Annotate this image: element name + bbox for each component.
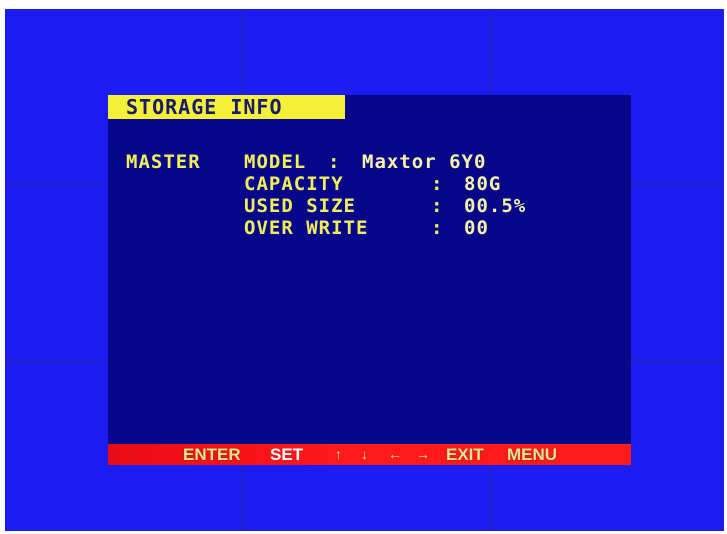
left-arrow-icon: ← xyxy=(388,446,402,462)
exit-key-label: EXIT xyxy=(446,445,484,464)
over-write-row: OVER WRITE:00 xyxy=(244,217,488,239)
over-write-label: OVER WRITE xyxy=(244,217,369,239)
storage-info-panel: STORAGE INFO MASTER MODEL: Maxtor 6Y0 CAPA… xyxy=(108,95,631,465)
model-row: MASTER MODEL: Maxtor 6Y0 xyxy=(126,151,485,173)
menu-key-label: MENU xyxy=(507,445,558,464)
monitor-screen: STORAGE INFO MASTER MODEL: Maxtor 6Y0 CAPA… xyxy=(5,9,724,531)
model-value: Maxtor 6Y0 xyxy=(362,151,487,173)
enter-key-label: ENTER xyxy=(183,445,241,464)
model-label: MODEL xyxy=(244,151,307,173)
panel-title: STORAGE INFO xyxy=(108,95,345,119)
capacity-sep: : xyxy=(431,173,444,195)
up-arrow-icon: ↑ xyxy=(335,446,342,462)
model-sep: : xyxy=(328,151,341,173)
over-write-sep: : xyxy=(431,217,444,239)
capacity-value: 80G xyxy=(464,173,502,195)
master-label: MASTER xyxy=(126,151,201,173)
used-size-sep: : xyxy=(431,195,444,217)
capacity-row: CAPACITY:80G xyxy=(244,173,500,195)
down-arrow-icon: ↓ xyxy=(361,446,368,462)
right-arrow-icon: → xyxy=(416,446,430,462)
used-size-label: USED SIZE xyxy=(244,195,356,217)
set-key-label: SET xyxy=(270,445,304,464)
used-size-row: USED SIZE:00.5% xyxy=(244,195,525,217)
over-write-value: 00 xyxy=(464,217,489,239)
key-legend-bar: ENTER SET ↑ ↓ ← → EXIT MENU xyxy=(108,444,631,465)
used-size-value: 00.5% xyxy=(464,195,527,217)
capacity-label: CAPACITY xyxy=(244,173,344,195)
